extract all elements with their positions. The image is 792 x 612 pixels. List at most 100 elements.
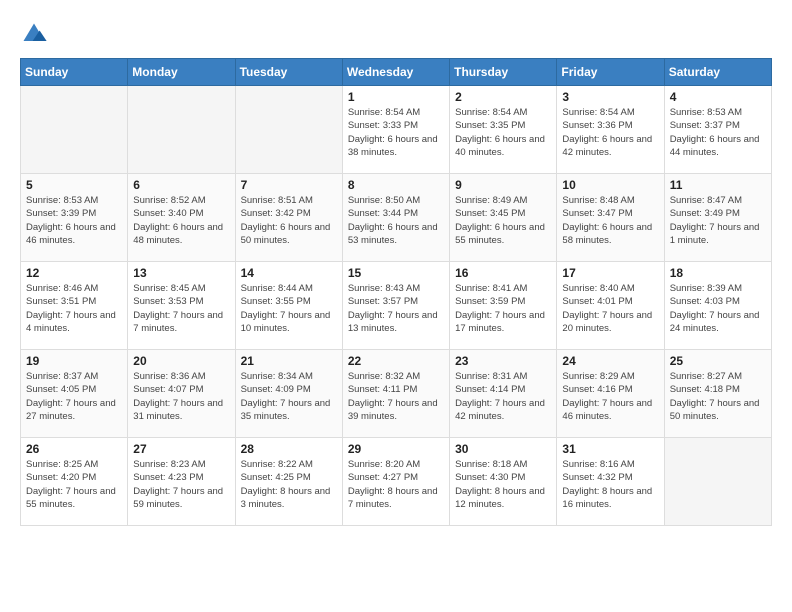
calendar-cell: 22 Sunrise: 8:32 AMSunset: 4:11 PMDayligh… [342,350,449,438]
day-info: Sunrise: 8:52 AMSunset: 3:40 PMDaylight:… [133,194,229,247]
calendar-cell: 6Sunrise: 8:52 AMSunset: 3:40 PMDaylight… [128,174,235,262]
day-info: Sunrise: 8:39 AMSunset: 4:03 PMDaylight:… [670,282,766,335]
calendar-cell [128,86,235,174]
calendar-cell: 27 Sunrise: 8:23 AMSunset: 4:23 PMDayligh… [128,438,235,526]
day-info: Sunrise: 8:16 AMSunset: 4:32 PMDaylight:… [562,458,658,511]
day-info: Sunrise: 8:51 AMSunset: 3:42 PMDaylight:… [241,194,337,247]
day-info: Sunrise: 8:29 AMSunset: 4:16 PMDaylight:… [562,370,658,423]
day-number: 13 [133,266,229,280]
day-info: Sunrise: 8:54 AMSunset: 3:33 PMDaylight:… [348,106,444,159]
calendar-week-1: 1 Sunrise: 8:54 AMSunset: 3:33 PMDaylight… [21,86,772,174]
day-info: Sunrise: 8:45 AMSunset: 3:53 PMDaylight:… [133,282,229,335]
day-info: Sunrise: 8:34 AMSunset: 4:09 PMDaylight:… [241,370,337,423]
calendar-cell [664,438,771,526]
calendar-cell: 28 Sunrise: 8:22 AMSunset: 4:25 PMDayligh… [235,438,342,526]
calendar-cell: 21 Sunrise: 8:34 AMSunset: 4:09 PMDayligh… [235,350,342,438]
day-number: 22 [348,354,444,368]
day-info: Sunrise: 8:36 AMSunset: 4:07 PMDaylight:… [133,370,229,423]
day-info: Sunrise: 8:37 AMSunset: 4:05 PMDaylight:… [26,370,122,423]
calendar-cell: 10 Sunrise: 8:48 AMSunset: 3:47 PMDayligh… [557,174,664,262]
day-info: Sunrise: 8:44 AMSunset: 3:55 PMDaylight:… [241,282,337,335]
calendar-cell: 3 Sunrise: 8:54 AMSunset: 3:36 PMDaylight… [557,86,664,174]
calendar-header-row: SundayMondayTuesdayWednesdayThursdayFrid… [21,59,772,86]
logo [20,20,52,48]
calendar-cell: 23 Sunrise: 8:31 AMSunset: 4:14 PMDayligh… [450,350,557,438]
calendar-cell: 2Sunrise: 8:54 AMSunset: 3:35 PMDaylight… [450,86,557,174]
logo-icon [20,20,48,48]
calendar-week-5: 26 Sunrise: 8:25 AMSunset: 4:20 PMDayligh… [21,438,772,526]
day-info: Sunrise: 8:54 AMSunset: 3:36 PMDaylight:… [562,106,658,159]
day-header-friday: Friday [557,59,664,86]
calendar-cell: 12 Sunrise: 8:46 AMSunset: 3:51 PMDayligh… [21,262,128,350]
day-info: Sunrise: 8:54 AMSunset: 3:35 PMDaylight:… [455,106,551,159]
day-info: Sunrise: 8:43 AMSunset: 3:57 PMDaylight:… [348,282,444,335]
day-info: Sunrise: 8:32 AMSunset: 4:11 PMDaylight:… [348,370,444,423]
day-info: Sunrise: 8:31 AMSunset: 4:14 PMDaylight:… [455,370,551,423]
day-info: Sunrise: 8:23 AMSunset: 4:23 PMDaylight:… [133,458,229,511]
day-number: 3 [562,90,658,104]
calendar-cell: 17Sunrise: 8:40 AMSunset: 4:01 PMDayligh… [557,262,664,350]
calendar-week-4: 19 Sunrise: 8:37 AMSunset: 4:05 PMDayligh… [21,350,772,438]
calendar-cell: 25 Sunrise: 8:27 AMSunset: 4:18 PMDayligh… [664,350,771,438]
day-number: 10 [562,178,658,192]
calendar-cell [21,86,128,174]
day-info: Sunrise: 8:22 AMSunset: 4:25 PMDaylight:… [241,458,337,511]
day-number: 24 [562,354,658,368]
day-number: 23 [455,354,551,368]
day-number: 30 [455,442,551,456]
day-header-wednesday: Wednesday [342,59,449,86]
day-number: 1 [348,90,444,104]
day-number: 8 [348,178,444,192]
day-info: Sunrise: 8:25 AMSunset: 4:20 PMDaylight:… [26,458,122,511]
day-info: Sunrise: 8:50 AMSunset: 3:44 PMDaylight:… [348,194,444,247]
day-info: Sunrise: 8:41 AMSunset: 3:59 PMDaylight:… [455,282,551,335]
calendar-cell: 18 Sunrise: 8:39 AMSunset: 4:03 PMDayligh… [664,262,771,350]
day-number: 14 [241,266,337,280]
calendar-week-3: 12 Sunrise: 8:46 AMSunset: 3:51 PMDayligh… [21,262,772,350]
day-number: 28 [241,442,337,456]
calendar-cell: 9Sunrise: 8:49 AMSunset: 3:45 PMDaylight… [450,174,557,262]
day-number: 29 [348,442,444,456]
day-info: Sunrise: 8:27 AMSunset: 4:18 PMDaylight:… [670,370,766,423]
day-number: 15 [348,266,444,280]
day-header-monday: Monday [128,59,235,86]
day-number: 27 [133,442,229,456]
calendar-cell: 31 Sunrise: 8:16 AMSunset: 4:32 PMDayligh… [557,438,664,526]
day-header-tuesday: Tuesday [235,59,342,86]
calendar-cell: 14 Sunrise: 8:44 AMSunset: 3:55 PMDayligh… [235,262,342,350]
day-number: 4 [670,90,766,104]
calendar-cell [235,86,342,174]
day-info: Sunrise: 8:53 AMSunset: 3:39 PMDaylight:… [26,194,122,247]
day-number: 7 [241,178,337,192]
day-number: 5 [26,178,122,192]
day-info: Sunrise: 8:48 AMSunset: 3:47 PMDaylight:… [562,194,658,247]
day-header-thursday: Thursday [450,59,557,86]
calendar-cell: 15 Sunrise: 8:43 AMSunset: 3:57 PMDayligh… [342,262,449,350]
day-number: 19 [26,354,122,368]
day-number: 21 [241,354,337,368]
calendar-cell: 7 Sunrise: 8:51 AMSunset: 3:42 PMDaylight… [235,174,342,262]
day-header-sunday: Sunday [21,59,128,86]
day-number: 20 [133,354,229,368]
day-number: 18 [670,266,766,280]
day-info: Sunrise: 8:46 AMSunset: 3:51 PMDaylight:… [26,282,122,335]
day-number: 12 [26,266,122,280]
calendar-cell: 16 Sunrise: 8:41 AMSunset: 3:59 PMDayligh… [450,262,557,350]
calendar-cell: 20 Sunrise: 8:36 AMSunset: 4:07 PMDayligh… [128,350,235,438]
calendar-cell: 26 Sunrise: 8:25 AMSunset: 4:20 PMDayligh… [21,438,128,526]
day-number: 26 [26,442,122,456]
calendar-cell: 5 Sunrise: 8:53 AMSunset: 3:39 PMDaylight… [21,174,128,262]
calendar-cell: 1 Sunrise: 8:54 AMSunset: 3:33 PMDaylight… [342,86,449,174]
day-info: Sunrise: 8:53 AMSunset: 3:37 PMDaylight:… [670,106,766,159]
calendar-cell: 4 Sunrise: 8:53 AMSunset: 3:37 PMDaylight… [664,86,771,174]
calendar-cell: 13 Sunrise: 8:45 AMSunset: 3:53 PMDayligh… [128,262,235,350]
day-header-saturday: Saturday [664,59,771,86]
calendar-cell: 19 Sunrise: 8:37 AMSunset: 4:05 PMDayligh… [21,350,128,438]
day-info: Sunrise: 8:40 AMSunset: 4:01 PMDaylight:… [562,282,658,335]
calendar-cell: 24 Sunrise: 8:29 AMSunset: 4:16 PMDayligh… [557,350,664,438]
day-number: 25 [670,354,766,368]
day-info: Sunrise: 8:20 AMSunset: 4:27 PMDaylight:… [348,458,444,511]
day-number: 31 [562,442,658,456]
calendar-cell: 30Sunrise: 8:18 AMSunset: 4:30 PMDayligh… [450,438,557,526]
day-number: 16 [455,266,551,280]
